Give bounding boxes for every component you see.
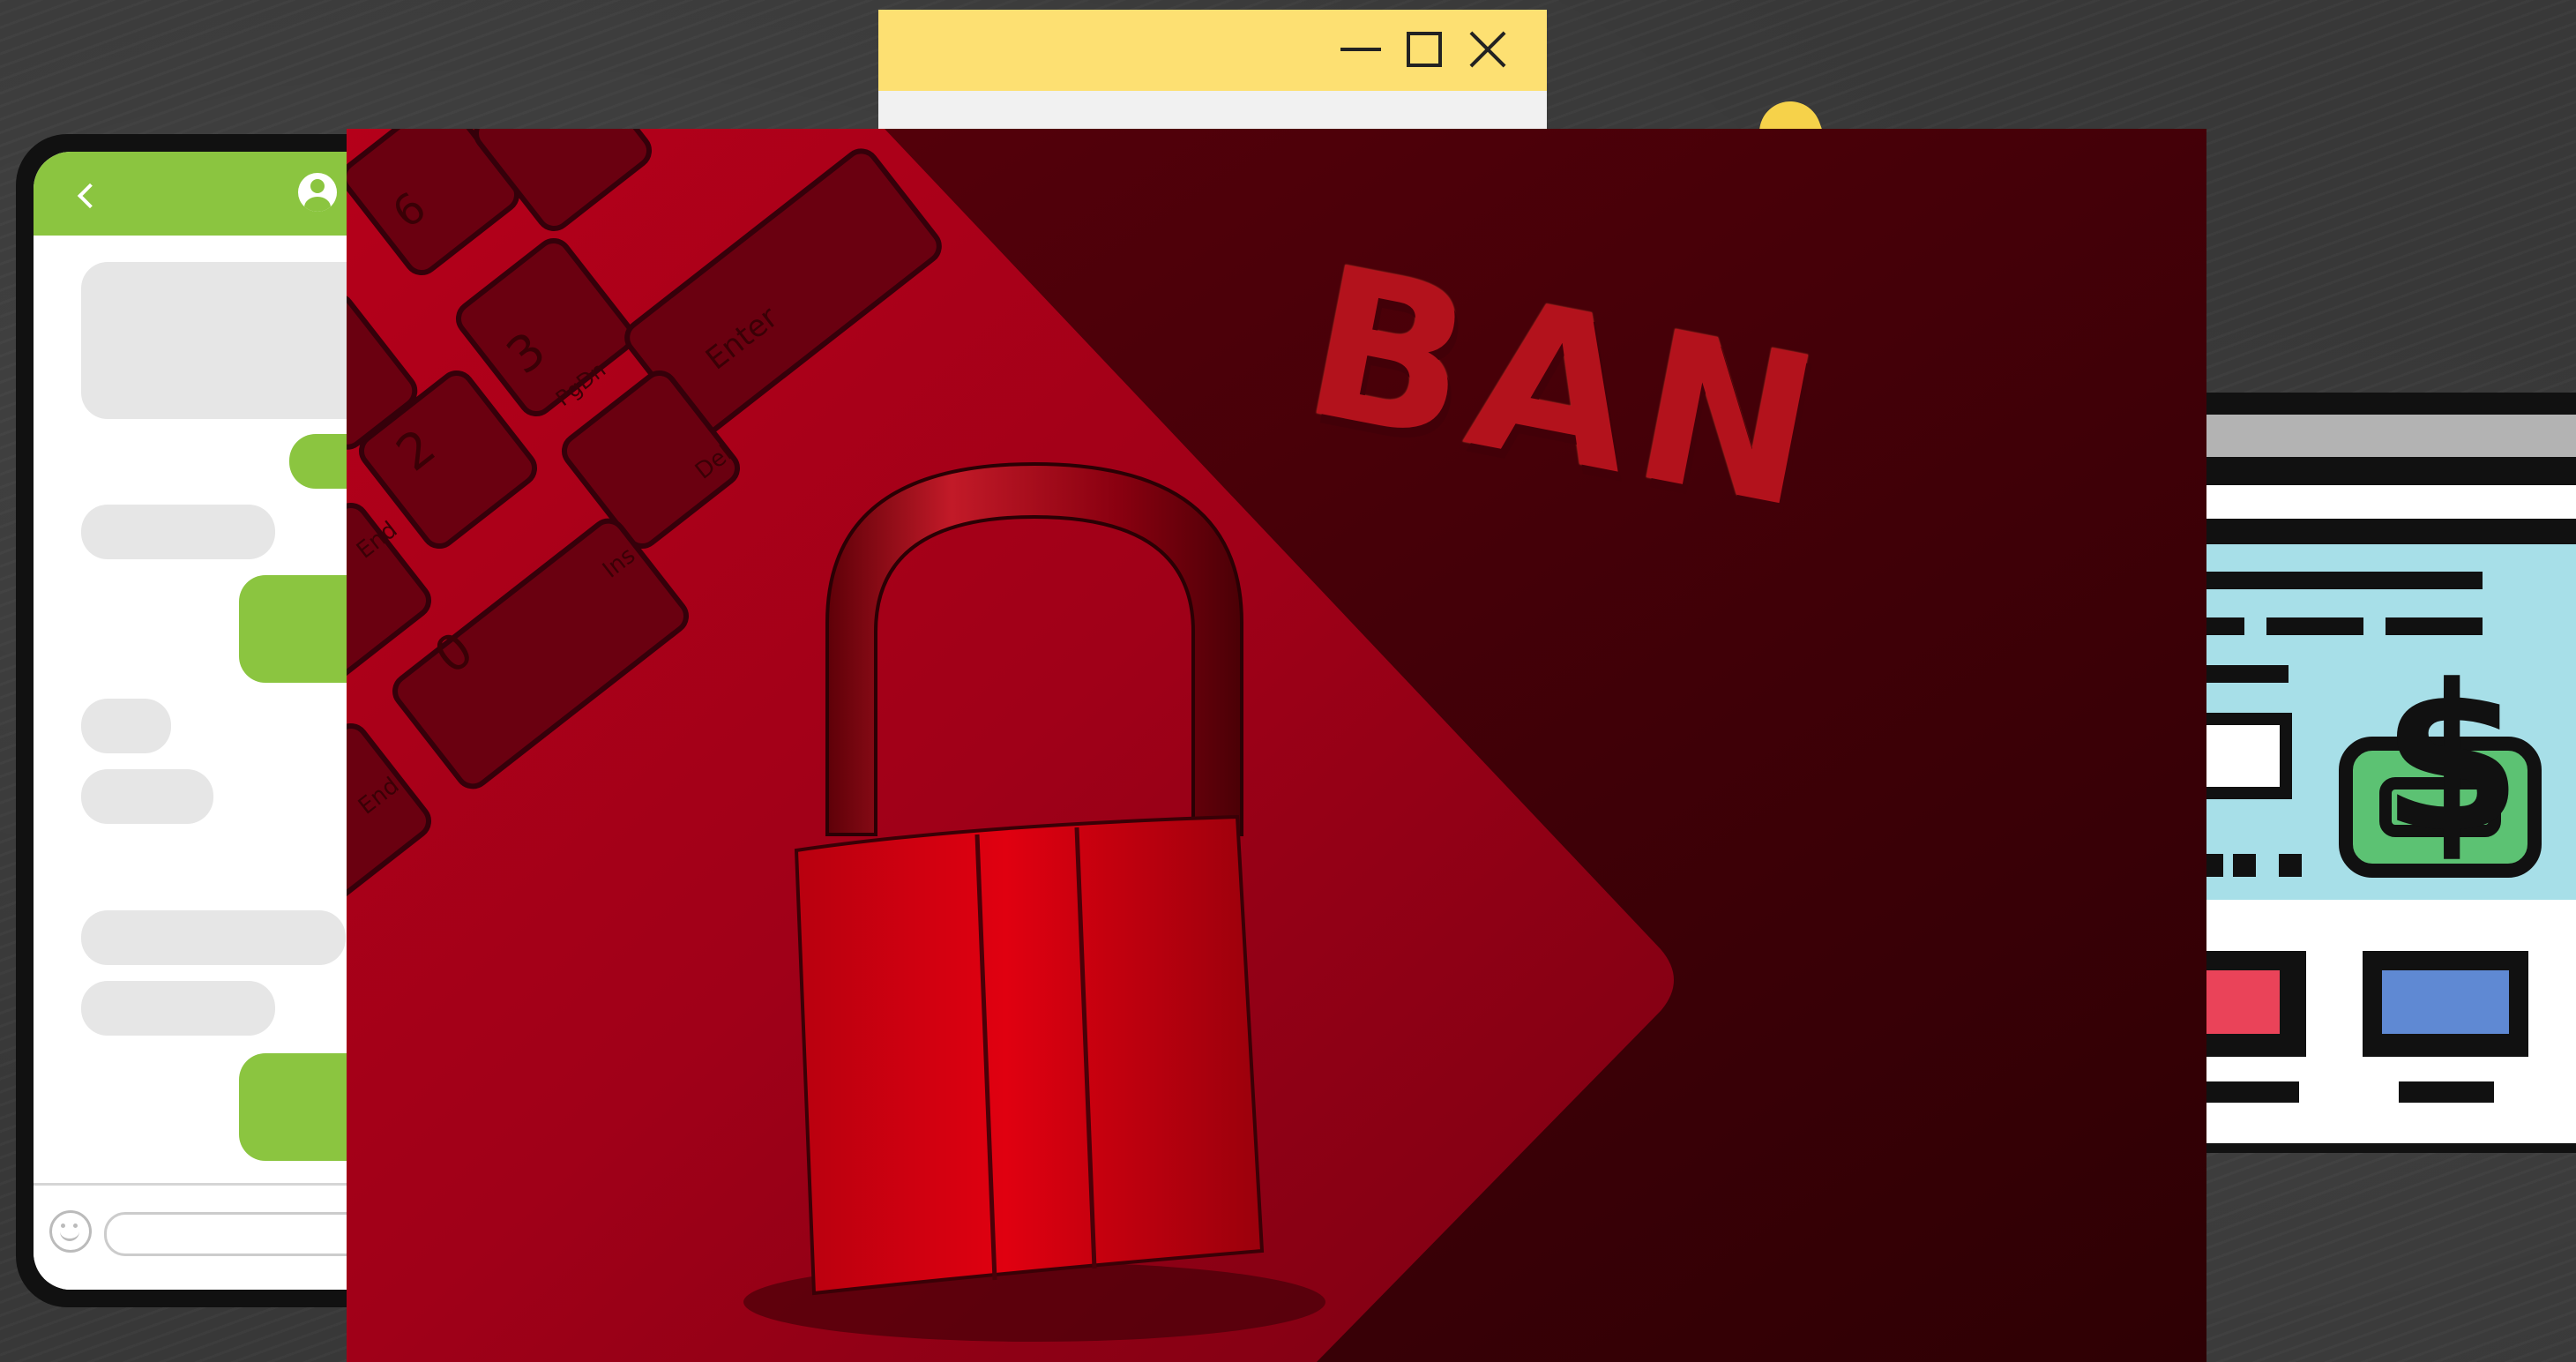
incoming-bubble xyxy=(81,699,171,753)
dollar-sign-icon: $ xyxy=(2381,642,2523,878)
chevron-left-icon[interactable] xyxy=(77,183,103,209)
minimize-button[interactable] xyxy=(1340,29,1381,70)
photo-scene xyxy=(347,129,2206,1362)
incoming-bubble xyxy=(81,981,275,1036)
padlock-photo: BAN 6 3 PgDn Enter 2 Del End Ins 0 End xyxy=(347,129,2206,1362)
maximize-button[interactable] xyxy=(1404,29,1445,70)
text-line xyxy=(2399,1081,2494,1103)
text-line xyxy=(2200,617,2244,635)
window-titlebar xyxy=(878,10,1547,91)
minimize-icon xyxy=(1340,48,1381,51)
close-button[interactable] xyxy=(1467,29,1508,70)
text-line xyxy=(2266,617,2363,635)
dot xyxy=(2233,854,2256,877)
browser-bar xyxy=(2200,415,2576,457)
text-line xyxy=(2200,665,2289,683)
incoming-bubble xyxy=(81,910,346,965)
smiley-icon[interactable] xyxy=(49,1210,92,1253)
incoming-bubble xyxy=(81,769,213,824)
nav-strip xyxy=(2200,485,2576,519)
text-line xyxy=(2200,1081,2299,1103)
user-avatar-icon[interactable] xyxy=(298,173,337,212)
mini-window xyxy=(878,10,1547,130)
maximize-icon xyxy=(1407,32,1442,67)
window-body xyxy=(878,91,1547,130)
dot xyxy=(2279,854,2302,877)
blue-button[interactable] xyxy=(2382,970,2509,1034)
text-line xyxy=(2200,572,2483,589)
incoming-bubble xyxy=(81,505,275,559)
text-line xyxy=(2386,617,2483,635)
red-button[interactable] xyxy=(2200,970,2280,1034)
